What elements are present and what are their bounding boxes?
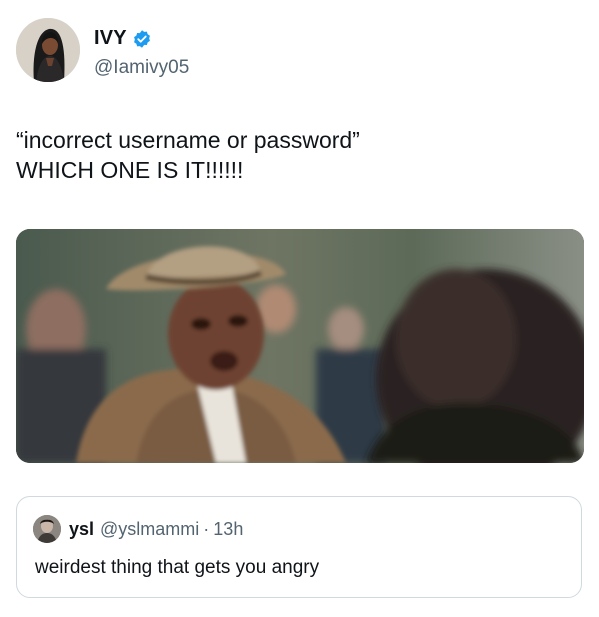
quoted-tweet-time[interactable]: 13h [213, 519, 243, 540]
tweet-text-line: “incorrect username or password” [16, 127, 360, 153]
tweet-text-line: WHICH ONE IS IT!!!!!! [16, 157, 244, 183]
angry-man-in-hat-photo-icon [16, 229, 584, 463]
tweet-text: “incorrect username or password” WHICH O… [16, 125, 576, 185]
author-avatar[interactable] [16, 18, 80, 82]
author-display-name[interactable]: IVY [94, 27, 127, 50]
tweet-media-image[interactable] [16, 229, 584, 463]
quoted-author-handle[interactable]: @yslmammi [100, 519, 199, 540]
profile-photo-icon [33, 515, 61, 543]
quoted-author-name[interactable]: ysl [69, 519, 94, 540]
separator-dot: · [203, 518, 210, 539]
verified-badge-icon [133, 29, 150, 48]
author-handle[interactable]: @Iamivy05 [94, 57, 189, 79]
author-name-row: IVY [94, 27, 152, 50]
profile-photo-icon [16, 18, 80, 82]
quoted-tweet-card[interactable]: ysl @yslmammi · 13h weirdest thing that … [16, 496, 582, 598]
quoted-tweet-header: ysl @yslmammi · 13h [33, 515, 243, 543]
quoted-tweet-text: weirdest thing that gets you angry [35, 557, 320, 578]
quoted-author-avatar[interactable] [33, 515, 61, 543]
tweet-screenshot: IVY @Iamivy05 “incorrect username or pas… [0, 0, 599, 617]
